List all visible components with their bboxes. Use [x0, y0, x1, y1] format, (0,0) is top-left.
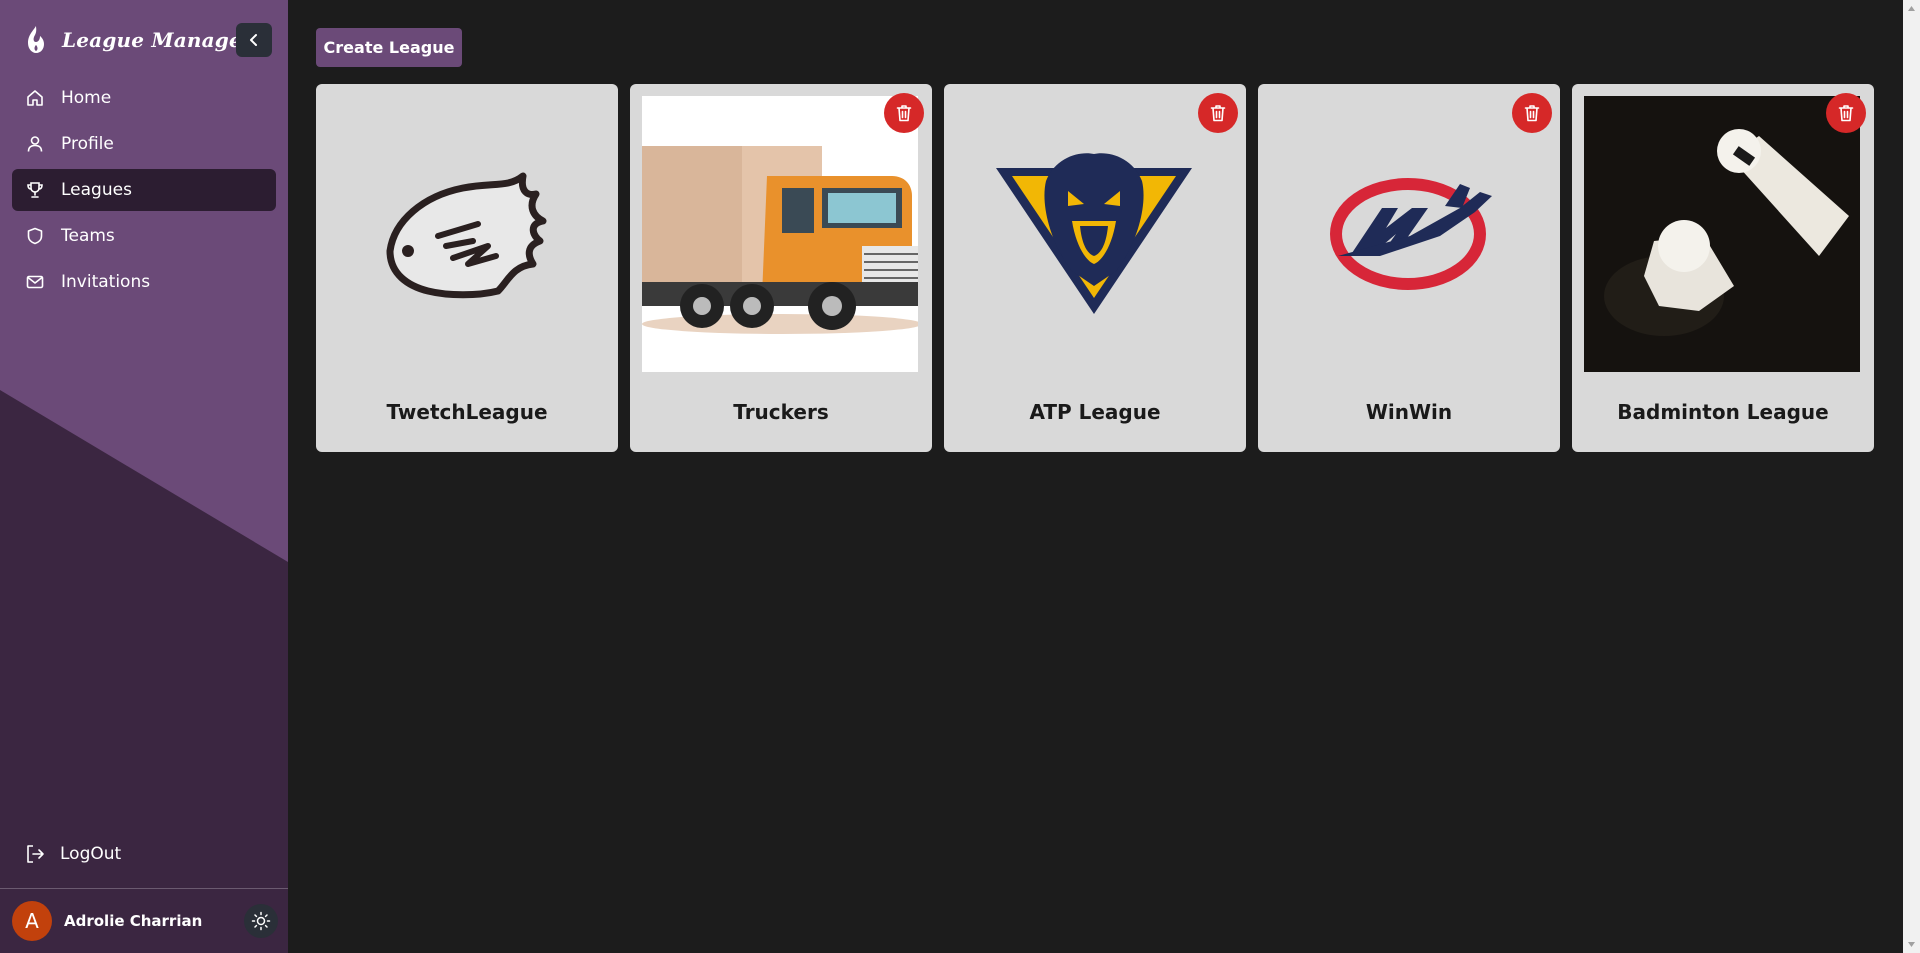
user-name: Adrolie Charrian	[64, 912, 203, 930]
page-scrollbar[interactable]	[1903, 0, 1920, 953]
trash-icon	[896, 105, 912, 122]
sidebar-item-label: Leagues	[61, 180, 132, 200]
sidebar-item-label: Profile	[61, 134, 114, 154]
league-card[interactable]: Truckers	[630, 84, 932, 452]
delete-league-button[interactable]	[884, 93, 924, 133]
league-card[interactable]: Badminton League	[1572, 84, 1874, 452]
sun-icon	[251, 911, 271, 931]
collapse-sidebar-button[interactable]	[236, 23, 272, 57]
truck-image	[642, 96, 918, 372]
trophy-icon	[27, 182, 43, 198]
league-name: WinWin	[1365, 400, 1453, 424]
flame-icon	[28, 26, 44, 53]
avatar[interactable]: A	[12, 901, 52, 941]
app-logo: League Manager	[24, 22, 253, 58]
shuttlecock-photo	[1584, 96, 1860, 372]
sidebar-item-teams[interactable]: Teams	[12, 215, 276, 257]
theme-toggle-button[interactable]	[244, 904, 278, 938]
app-title: League Manager	[62, 28, 253, 52]
delete-league-button[interactable]	[1512, 93, 1552, 133]
delete-league-button[interactable]	[1198, 93, 1238, 133]
league-card[interactable]: WinWin	[1258, 84, 1560, 452]
sidebar-item-label: Home	[61, 88, 112, 108]
trash-icon	[1524, 105, 1540, 122]
logout-icon	[27, 845, 44, 863]
logout-label: LogOut	[60, 844, 122, 864]
user-icon	[27, 136, 43, 152]
panther-logo	[996, 153, 1192, 314]
create-league-button[interactable]: Create League	[316, 28, 462, 67]
trash-icon	[1210, 105, 1226, 122]
scroll-down-icon[interactable]	[1903, 937, 1920, 951]
league-card[interactable]: ATP League	[944, 84, 1246, 452]
league-card[interactable]: TwetchLeague	[316, 84, 618, 452]
user-profile-row: A Adrolie Charrian	[12, 900, 278, 942]
sidebar-item-label: Invitations	[61, 272, 151, 292]
logout-button[interactable]: LogOut	[24, 838, 121, 870]
sidebar-item-label: Teams	[61, 226, 115, 246]
delete-league-button[interactable]	[1826, 93, 1866, 133]
sidebar: League Manager Home Profile Leagues Team…	[0, 0, 288, 953]
home-icon	[27, 90, 43, 106]
mail-icon	[26, 275, 44, 289]
sidebar-item-invitations[interactable]: Invitations	[12, 261, 276, 303]
league-name: Badminton League	[1617, 400, 1829, 424]
sidebar-item-home[interactable]: Home	[12, 77, 276, 119]
league-name: TwetchLeague	[386, 400, 548, 424]
sidebar-item-profile[interactable]: Profile	[12, 123, 276, 165]
scroll-up-icon[interactable]	[1903, 2, 1920, 16]
league-name: Truckers	[733, 400, 829, 424]
shield-icon	[27, 227, 43, 245]
trash-icon	[1838, 105, 1854, 122]
beaver-logo	[386, 172, 547, 299]
sidebar-item-leagues[interactable]: Leagues	[12, 169, 276, 211]
jet-logo	[1330, 178, 1492, 290]
league-name: ATP League	[1029, 400, 1161, 424]
sidebar-divider	[0, 888, 288, 889]
chevron-left-icon	[250, 34, 257, 46]
